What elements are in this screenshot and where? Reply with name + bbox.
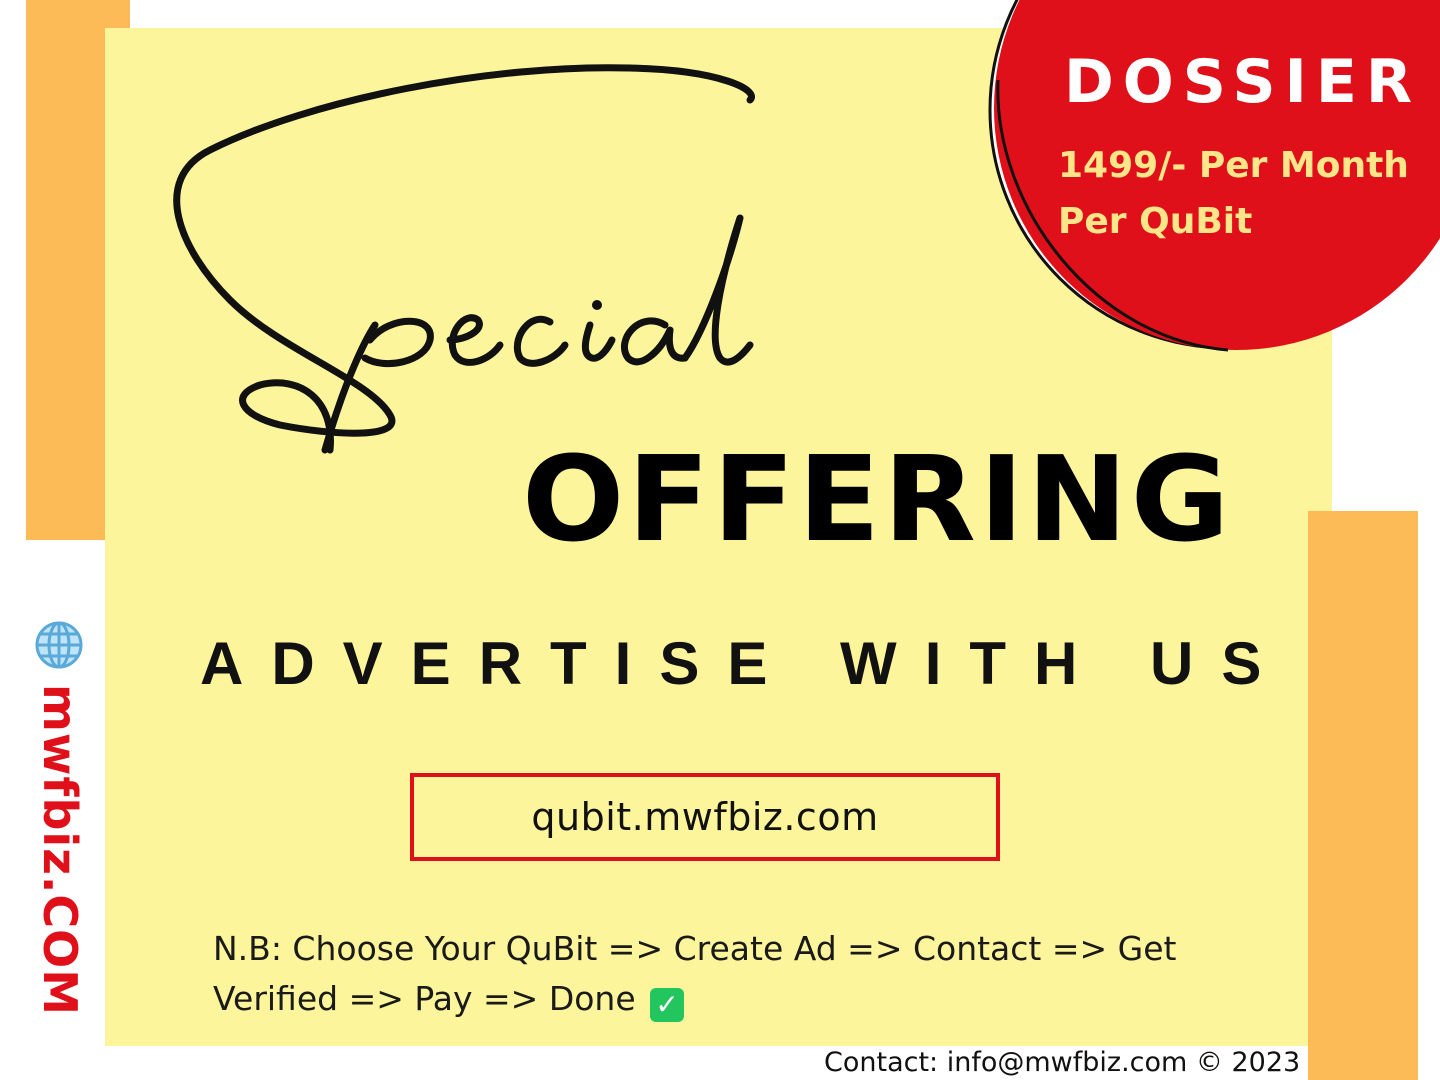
badge-price-line-1: 1499/- Per Month [1058,145,1409,186]
orange-accent-right [1308,511,1418,1080]
url-link-box[interactable]: qubit.mwfbiz.com [410,773,1000,861]
process-note: N.B: Choose Your QuBit => Create Ad => C… [213,924,1203,1024]
contact-info: Contact: info@mwfbiz.com © 2023 [824,1047,1301,1078]
note-line-1: N.B: Choose Your QuBit => Create Ad => C… [213,929,1177,968]
badge-price-line-2: Per QuBit [1058,201,1253,242]
note-line-2: Verified => Pay => Done [213,979,636,1018]
check-icon: ✓ [650,988,685,1022]
badge-title: DOSSIER [1064,47,1422,117]
advertise-tagline: ADVERTISE WITH US [200,630,1290,697]
url-text[interactable]: qubit.mwfbiz.com [531,795,878,839]
globe-icon [35,621,83,669]
offering-headline: OFFERING [522,430,1233,568]
side-brand: mwfbiz.COM [33,620,90,1016]
special-script-heading [173,64,755,454]
side-brand-text: mwfbiz.COM [33,684,87,1017]
